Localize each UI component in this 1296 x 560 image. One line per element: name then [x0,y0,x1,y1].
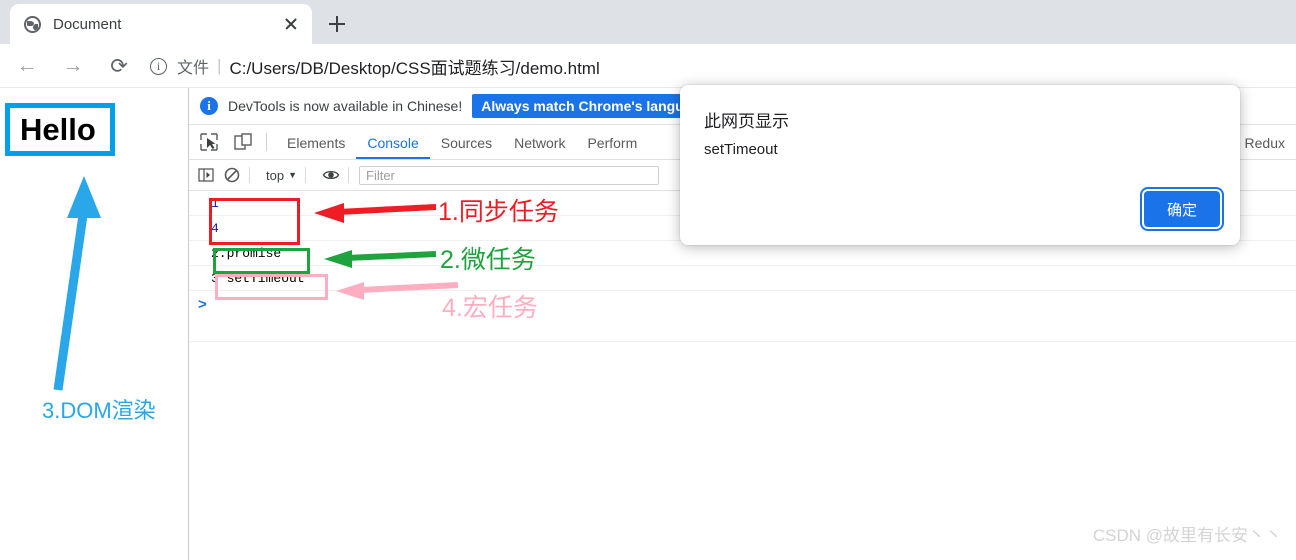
console-message-text: 2.promise [211,245,282,261]
annotation-arrow-micro-icon [324,250,437,268]
tab-console[interactable]: Console [356,126,429,159]
back-button[interactable]: ← [8,47,46,85]
notice-text: DevTools is now available in Chinese! [228,98,463,114]
browser-toolbar: ← → ⟳ i 文件 | C:/Users/DB/Desktop/CSS面试题练… [0,44,1296,88]
console-message-text: 1 [211,195,219,211]
console-context-selector[interactable]: top ▼ [266,168,297,183]
console-filter-input[interactable]: Filter [359,165,659,185]
tab-title: Document [53,15,122,33]
console-toolbar-divider-3 [348,167,349,183]
omnibox-scheme-label: 文件 [177,60,210,77]
console-empty-row [189,317,1296,342]
omnibox-url: C:/Users/DB/Desktop/CSS面试题练习/demo.html [229,58,600,78]
console-filter-placeholder: Filter [366,167,395,183]
annotation-label-micro: 2.微任务 [440,246,536,274]
console-toolbar-divider [249,167,250,183]
site-info-icon[interactable]: i [150,57,167,75]
new-tab-button[interactable] [322,9,352,39]
console-sidebar-icon[interactable] [197,166,215,184]
tab-network[interactable]: Network [503,126,576,159]
console-context-label: top [266,167,285,183]
browser-tab[interactable]: Document [10,4,312,44]
dom-render-label: 3.DOM渲染 [42,398,156,423]
alert-dialog: 此网页显示 setTimeout 确定 [680,85,1240,245]
devtools-tabbar-right: Redux [1234,125,1296,159]
hello-box: Hello [5,103,115,156]
dom-render-arrow-icon [53,176,101,391]
forward-button[interactable]: → [54,47,92,85]
browser-tabstrip: Document [0,0,1296,44]
omnibox-separator: | [217,56,222,75]
watermark: CSDN @故里有长安丶丶 [1092,526,1282,545]
hello-text: Hello [20,111,96,147]
match-chrome-language-button[interactable]: Always match Chrome's langu [472,94,693,118]
clear-console-icon[interactable] [223,166,241,184]
reload-button[interactable]: ⟳ [100,47,138,85]
tab-elements[interactable]: Elements [276,126,356,159]
console-message-text: 4 [211,220,219,236]
page-viewport: Hello 3.DOM渲染 [0,88,188,560]
console-message-text: 3 setTimeout [211,270,305,286]
annotation-arrow-sync-icon [314,203,437,223]
annotation-label-sync: 1.同步任务 [438,198,559,226]
inspect-element-icon[interactable] [195,128,223,156]
chevron-down-icon: ▼ [288,170,297,180]
info-icon: i [200,97,218,115]
device-toolbar-icon[interactable] [229,128,257,156]
close-icon[interactable] [280,13,302,35]
annotation-label-macro: 4.宏任务 [442,294,538,322]
globe-icon [24,15,41,33]
tab-sources[interactable]: Sources [430,126,503,159]
prompt-caret-icon: > [198,295,207,313]
annotation-arrow-macro-icon [336,282,459,300]
address-bar[interactable]: i 文件 | C:/Users/DB/Desktop/CSS面试题练习/demo… [150,50,1296,82]
console-toolbar-divider-2 [305,167,306,183]
alert-ok-button[interactable]: 确定 [1144,191,1220,227]
live-expression-eye-icon[interactable] [322,166,340,184]
alert-title: 此网页显示 [704,112,789,131]
alert-message: setTimeout [704,141,778,158]
tab-performance[interactable]: Perform [576,126,648,159]
tabbar-divider [266,133,267,151]
tab-redux[interactable]: Redux [1234,126,1296,159]
